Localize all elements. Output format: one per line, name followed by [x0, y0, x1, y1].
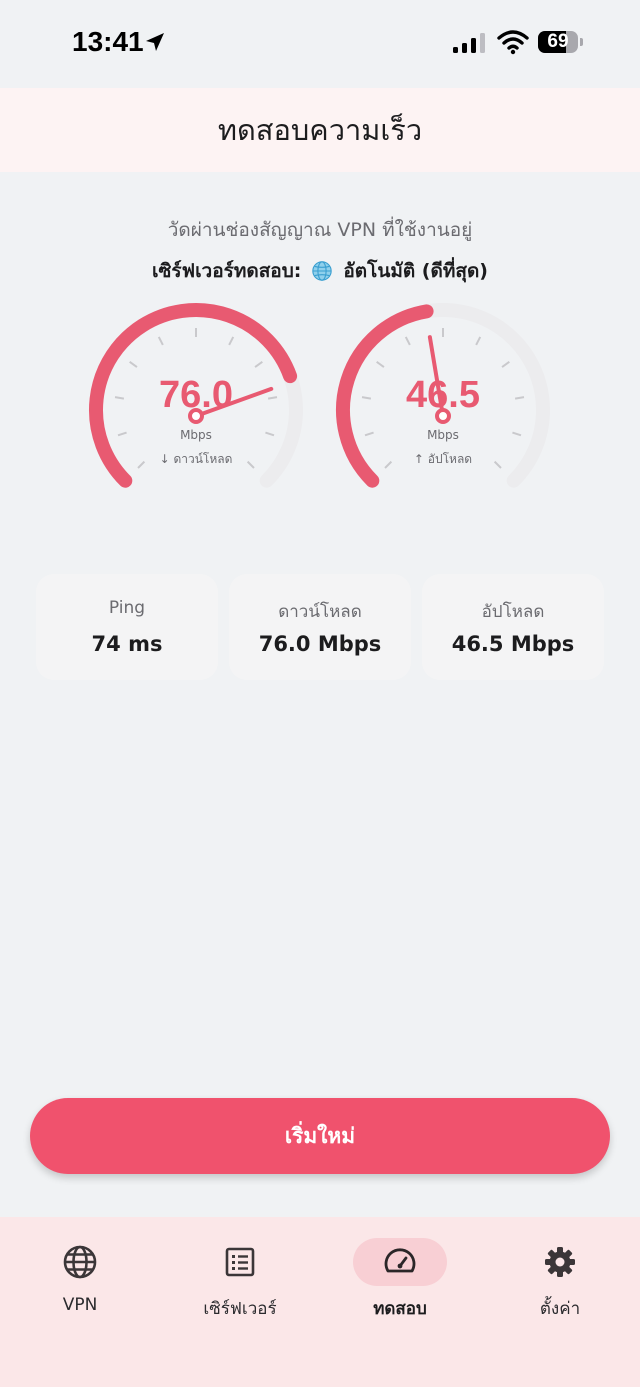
test-subtitle: วัดผ่านช่องสัญญาณ VPN ที่ใช้งานอยู่ [167, 219, 473, 241]
stat-label: ดาวน์โหลด [278, 602, 362, 622]
nav-label: ทดสอบ [373, 1299, 427, 1319]
stat-card-upload: อัปโหลด 46.5 Mbps [422, 574, 604, 680]
server-value: อัตโนมัติ (ดีที่สุด) [343, 260, 488, 282]
page-title: ทดสอบความเร็ว [217, 113, 423, 147]
stat-value: 74 ms [91, 632, 163, 656]
status-time: 13:41 [72, 26, 144, 57]
gauge-tick [404, 336, 411, 346]
download-label: ↓ ดาวน์โหลด [159, 452, 233, 466]
gauge-tick [475, 336, 482, 346]
status-bar: 13:41 69 [0, 0, 640, 88]
gear-icon [545, 1247, 575, 1277]
server-label: เซิร์ฟเวอร์ทดสอบ: [152, 260, 302, 282]
stat-value: 76.0 Mbps [258, 632, 382, 656]
cellular-signal-icon [453, 33, 485, 53]
stat-card-download: ดาวน์โหลด 76.0 Mbps [229, 574, 411, 680]
wifi-icon [497, 30, 529, 55]
nav-item-speedtest[interactable]: ทดสอบ [320, 1235, 480, 1345]
upload-unit: Mbps [427, 428, 459, 442]
battery-cap [580, 38, 583, 46]
upload-label: ↑ อัปโหลด [413, 452, 473, 466]
gauge-tick [501, 360, 510, 368]
location-arrow-icon [146, 33, 164, 51]
stat-label: อัปโหลด [481, 602, 545, 622]
restart-button[interactable]: เริ่มใหม่ [30, 1098, 610, 1174]
battery-percent: 69 [547, 31, 569, 52]
gauge-tick [228, 336, 235, 346]
nav-item-servers[interactable]: เซิร์ฟเวอร์ [160, 1235, 320, 1345]
gauge-tick [129, 360, 138, 368]
nav-item-vpn[interactable]: VPN [0, 1235, 160, 1345]
nav-item-settings[interactable]: ตั้งค่า [480, 1235, 640, 1345]
download-unit: Mbps [180, 428, 212, 442]
stat-card-ping: Ping 74 ms [36, 574, 218, 680]
app-header: ทดสอบความเร็ว [0, 88, 640, 172]
download-gauge: 76.0 Mbps ↓ ดาวน์โหลด [76, 300, 316, 520]
upload-value: 46.5 [406, 374, 480, 416]
stat-value: 46.5 Mbps [451, 632, 575, 656]
globe-icon [63, 1245, 97, 1279]
globe-icon [312, 261, 333, 281]
list-icon [225, 1247, 255, 1277]
gauge-tick [157, 336, 164, 346]
gauge-tick [376, 360, 385, 368]
test-server-line: เซิร์ฟเวอร์ทดสอบ: อัตโนมัติ (ดีที่สุด) [0, 256, 640, 286]
gauge-tick [254, 360, 263, 368]
nav-label: ตั้งค่า [539, 1299, 581, 1319]
nav-label: VPN [62, 1295, 98, 1315]
battery-indicator: 69 [538, 31, 578, 53]
bottom-nav: VPN เซิร์ฟเวอร์ ทดสอบ ตั้งค่า [0, 1217, 640, 1387]
upload-gauge: 46.5 Mbps ↑ อัปโหลด [323, 300, 563, 520]
download-value: 76.0 [159, 374, 233, 416]
stat-label: Ping [108, 598, 146, 618]
nav-label: เซิร์ฟเวอร์ [203, 1299, 277, 1319]
speedometer-icon [384, 1248, 416, 1273]
